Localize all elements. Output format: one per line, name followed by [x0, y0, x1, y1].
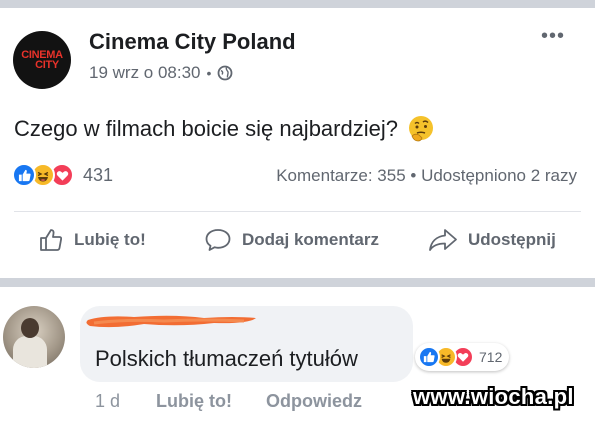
thinking-face-emoji-icon — [408, 116, 433, 142]
top-divider — [0, 0, 595, 8]
thumbs-up-icon — [40, 229, 63, 251]
page-avatar[interactable]: CINEMA CITY — [13, 31, 71, 89]
avatar-logo-line2: CITY — [35, 59, 59, 71]
post-text-content: Czego w filmach boicie się najbardziej? — [14, 116, 398, 141]
comment-actions: 1 d Lubię to! Odpowiedz — [95, 391, 362, 412]
watermark: www.wiocha.pl — [413, 384, 574, 409]
share-button[interactable]: Udostępnij — [428, 227, 556, 253]
reaction-count: 431 — [83, 164, 114, 185]
post-meta: 19 wrz o 08:30 • — [89, 63, 233, 83]
comment-button[interactable]: Dodaj komentarz — [204, 227, 379, 253]
more-options-button[interactable]: ••• — [537, 26, 569, 50]
comment-reaction-count: 712 — [479, 349, 503, 365]
meta-separator: • — [206, 65, 212, 81]
post-timestamp[interactable]: 19 wrz o 08:30 — [89, 63, 201, 83]
comment-reactions-summary[interactable]: 712 — [415, 343, 510, 371]
globe-icon — [218, 65, 233, 81]
like-button-label: Lubię to! — [74, 230, 146, 249]
like-button[interactable]: Lubię to! — [38, 227, 146, 253]
share-arrow-icon — [429, 229, 457, 251]
page-name[interactable]: Cinema City Poland — [89, 29, 296, 55]
avatar-figure-body — [13, 336, 47, 368]
commenter-avatar[interactable] — [3, 306, 65, 368]
avatar-figure-head — [21, 318, 39, 338]
section-divider — [0, 278, 595, 287]
like-reaction-icon — [12, 163, 36, 187]
redacted-author-name — [86, 315, 257, 328]
share-button-label: Udostępnij — [468, 230, 556, 249]
actions-divider — [14, 211, 581, 212]
post-text: Czego w filmach boicie się najbardziej? — [14, 114, 436, 144]
comment-button-label: Dodaj komentarz — [242, 230, 379, 249]
like-reaction-icon — [418, 346, 440, 368]
comment-reply-link[interactable]: Odpowiedz — [266, 391, 362, 412]
comment-like-link[interactable]: Lubię to! — [156, 391, 232, 412]
post-reactions-summary[interactable]: 431 — [12, 163, 113, 187]
comment-time[interactable]: 1 d — [95, 391, 120, 412]
comment-text: Polskich tłumaczeń tytułów — [95, 346, 358, 371]
speech-bubble-icon — [205, 229, 231, 251]
screenshot: CINEMA CITY Cinema City Poland 19 wrz o … — [0, 0, 595, 421]
comments-shares-count[interactable]: Komentarze: 355 • Udostępniono 2 razy — [276, 166, 577, 186]
